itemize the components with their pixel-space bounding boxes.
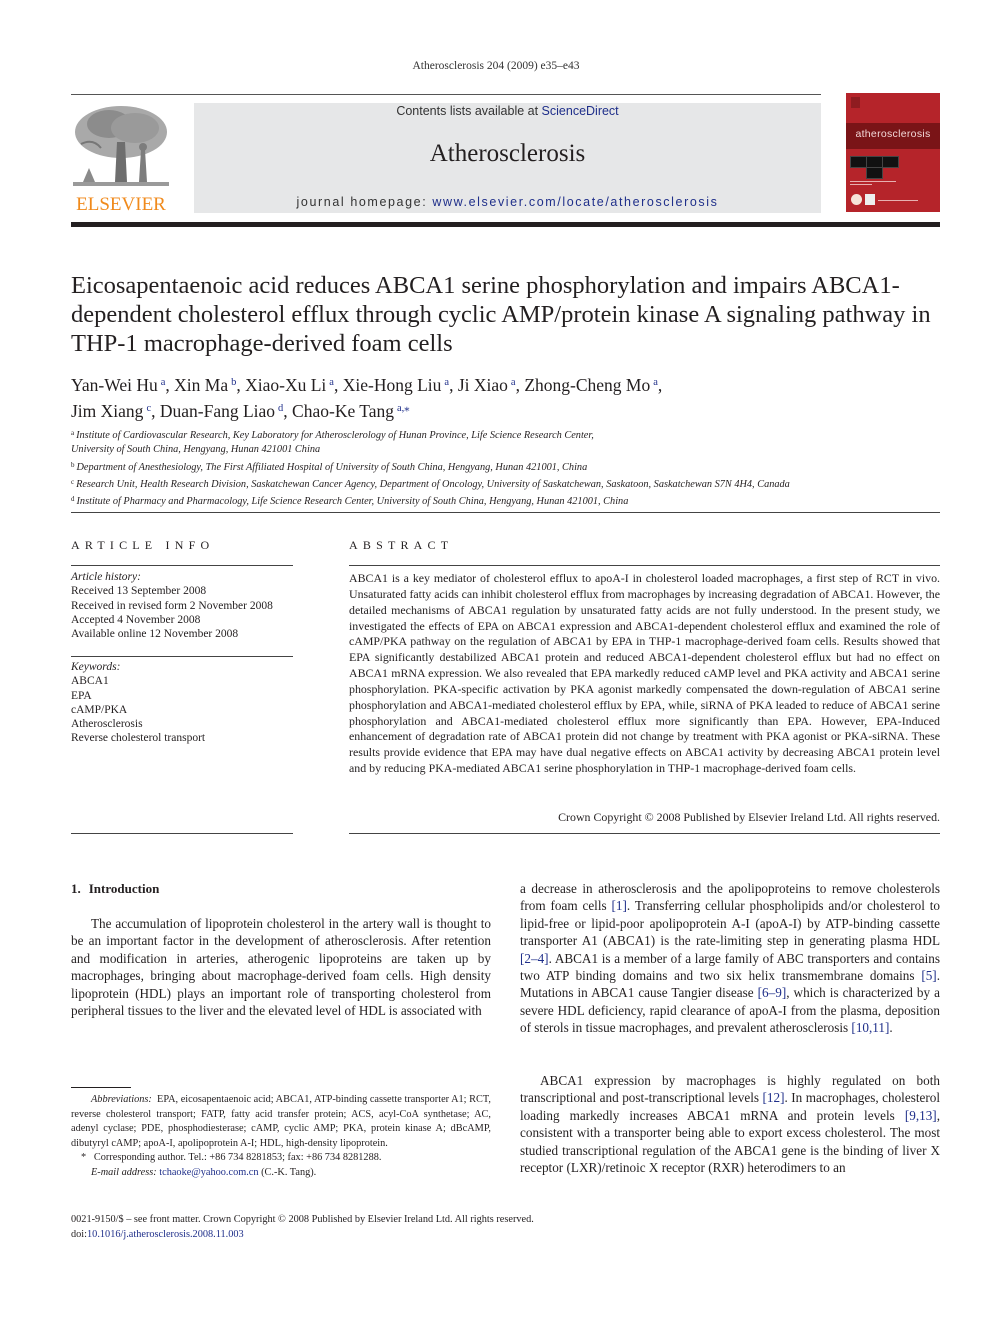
masthead-rule — [71, 222, 940, 227]
citation-link[interactable]: [6–9] — [758, 985, 787, 1000]
author[interactable]: Duan-Fang Liao d — [160, 401, 283, 421]
section-divider — [71, 512, 940, 513]
article-history: Article history: Received 13 September 2… — [71, 570, 301, 641]
affiliation-marker[interactable]: d — [278, 403, 283, 414]
keywords: Keywords: ABCA1 EPA cAMP/PKA Atheroscler… — [71, 660, 301, 746]
citation-link[interactable]: [10,11] — [851, 1020, 889, 1035]
affiliation-marker[interactable]: a,⁎ — [397, 403, 410, 414]
article-title: Eicosapentaenoic acid reduces ABCA1 seri… — [71, 272, 931, 357]
journal-homepage-link[interactable]: www.elsevier.com/locate/atherosclerosis — [432, 195, 718, 209]
header-rule — [71, 94, 821, 95]
affiliation-marker[interactable]: a — [653, 377, 658, 388]
history-item: Received 13 September 2008 — [71, 585, 207, 598]
affiliation-marker[interactable]: a — [161, 377, 166, 388]
journal-cover-thumbnail[interactable]: atherosclerosis — [846, 93, 940, 212]
corresponding-author-footnote: * Corresponding author. Tel.: +86 734 82… — [81, 1152, 382, 1163]
author-list: Yan-Wei Hu a, Xin Ma b, Xiao-Xu Li a, Xie-H… — [71, 375, 663, 421]
intro-paragraph: ABCA1 expression by macrophages is highl… — [520, 1073, 940, 1176]
affiliation-c: c Research Unit, Health Research Division… — [71, 477, 790, 490]
history-item: Available online 12 November 2008 — [71, 628, 239, 641]
divider — [71, 565, 293, 566]
cover-figure-tile — [882, 156, 899, 168]
citation-link[interactable]: [12] — [763, 1090, 785, 1105]
affiliation-marker[interactable]: b — [231, 377, 236, 388]
doi-line: doi:10.1016/j.atherosclerosis.2008.11.00… — [71, 1229, 244, 1240]
journal-banner: Contents lists available at ScienceDirec… — [194, 103, 821, 213]
history-item: Accepted 4 November 2008 — [71, 613, 201, 626]
journal-homepage: journal homepage: www.elsevier.com/locat… — [296, 195, 719, 209]
citation-link[interactable]: [9,13] — [905, 1108, 937, 1123]
history-item: Received in revised form 2 November 2008 — [71, 599, 273, 612]
cover-caption-line — [850, 184, 872, 185]
cover-figure-tile — [850, 156, 867, 168]
contents-availability: Contents lists available at ScienceDirec… — [396, 104, 619, 118]
journal-name: Atherosclerosis — [429, 140, 586, 167]
author[interactable]: Ji Xiao a — [458, 375, 516, 395]
footnotes: Abbreviations: EPA, eicosapentaenoic aci… — [71, 1093, 491, 1180]
sciencedirect-link[interactable]: ScienceDirect — [542, 104, 619, 118]
doi-link[interactable]: 10.1016/j.atherosclerosis.2008.11.003 — [87, 1229, 244, 1240]
affiliations: a Institute of Cardiovascular Research, K… — [71, 426, 941, 509]
author[interactable]: Xin Ma b — [174, 375, 236, 395]
section-heading-introduction: 1. Introduction — [71, 881, 160, 896]
email-footnote: E-mail address: tchaoke@yahoo.com.cn (C.… — [91, 1166, 317, 1178]
keyword: Atherosclerosis — [71, 718, 143, 731]
keywords-label: Keywords: — [71, 661, 121, 673]
divider — [349, 833, 940, 834]
keyword: cAMP/PKA — [71, 703, 128, 716]
author[interactable]: Yan-Wei Hu a — [71, 375, 165, 395]
article-info-heading: ARTICLE INFO — [71, 538, 215, 552]
citation-link[interactable]: [2–4] — [520, 951, 549, 966]
author[interactable]: Chao-Ke Tang a,⁎ — [292, 401, 410, 421]
running-header: Atherosclerosis 204 (2009) e35–e43 — [412, 60, 580, 72]
article-history-label: Article history: — [71, 571, 141, 583]
affiliation-b: b Department of Anesthesiology, The First… — [71, 460, 588, 473]
keyword: Reverse cholesterol transport — [71, 732, 206, 745]
keyword: EPA — [71, 689, 92, 702]
author[interactable]: Zhong-Cheng Mo a — [524, 375, 658, 395]
divider — [71, 656, 293, 657]
elsevier-logo[interactable]: ELSEVIER — [71, 102, 171, 215]
divider — [349, 565, 940, 566]
affiliation-marker[interactable]: c — [146, 403, 151, 414]
affiliation-a: a Institute of Cardiovascular Research, K… — [71, 429, 594, 456]
front-matter-notice: 0021-9150/$ – see front matter. Crown Co… — [71, 1214, 534, 1225]
abstract-text: ABCA1 is a key mediator of cholesterol e… — [349, 571, 940, 776]
affiliation-marker[interactable]: a — [329, 377, 334, 388]
author[interactable]: Jim Xiang c — [71, 401, 151, 421]
divider — [71, 833, 293, 834]
cover-caption-line — [850, 181, 896, 182]
abstract-heading: ABSTRACT — [349, 538, 454, 552]
author[interactable]: Xiao-Xu Li a — [245, 375, 334, 395]
cover-publisher-icon — [851, 97, 860, 108]
citation-link[interactable]: [1] — [612, 898, 627, 913]
elsevier-tree-icon — [73, 106, 169, 186]
cover-seal-icon — [851, 194, 862, 205]
intro-paragraph-continued: a decrease in atherosclerosis and the ap… — [520, 881, 940, 1036]
email-link[interactable]: tchaoke@yahoo.com.cn — [159, 1167, 258, 1178]
affiliation-marker[interactable]: a — [511, 377, 516, 388]
elsevier-wordmark: ELSEVIER — [76, 194, 166, 215]
cover-title: atherosclerosis — [855, 128, 931, 140]
cover-footer-line — [878, 200, 918, 201]
abbreviations-footnote: Abbreviations: EPA, eicosapentaenoic aci… — [71, 1094, 491, 1149]
footnote-rule — [71, 1087, 131, 1088]
bottom-publication-info: 0021-9150/$ – see front matter. Crown Co… — [71, 1212, 771, 1242]
cover-figure-tile — [866, 167, 883, 179]
cover-society-logo-icon — [865, 194, 875, 205]
keyword: ABCA1 — [71, 675, 109, 688]
affiliation-d: d Institute of Pharmacy and Pharmacology,… — [71, 495, 629, 508]
affiliation-marker[interactable]: a — [444, 377, 449, 388]
intro-paragraph: The accumulation of lipoprotein choleste… — [71, 916, 491, 1019]
abstract-copyright: Crown Copyright © 2008 Published by Else… — [558, 810, 940, 824]
citation-link[interactable]: [5] — [921, 968, 936, 983]
author[interactable]: Xie-Hong Liu a — [343, 375, 449, 395]
